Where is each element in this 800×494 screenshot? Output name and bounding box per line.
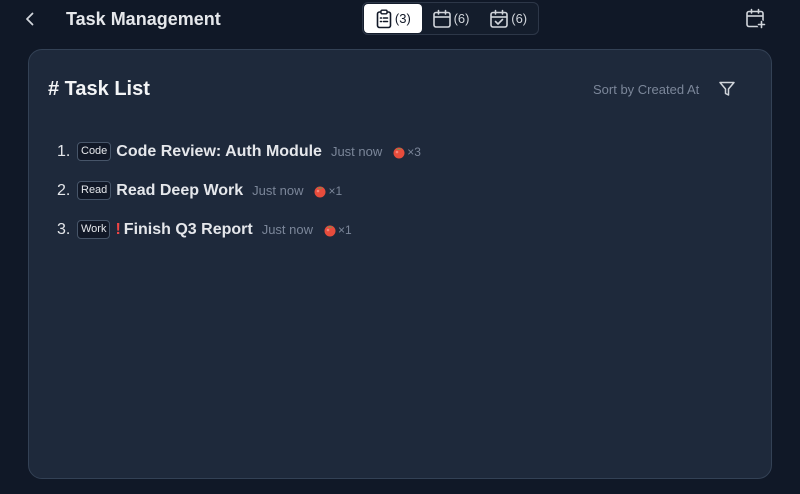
task-time: Just now — [330, 144, 383, 159]
pomodoro-count-label: ×1 — [328, 183, 343, 198]
task-tag: Work — [77, 220, 111, 239]
task-list: 1. Code Code Review: Auth Module Just no… — [57, 132, 421, 249]
task-list-panel: # Task List Sort by Created At 1. Code C… — [28, 49, 772, 479]
task-tag: Code — [77, 142, 112, 161]
task-number: 1. — [57, 142, 71, 160]
task-title[interactable]: Read Deep Work — [116, 182, 243, 200]
task-number: 3. — [57, 220, 71, 238]
tab-completed[interactable]: (6) — [479, 4, 537, 33]
tab-completed-count: (6) — [511, 11, 528, 26]
task-title[interactable]: Code Review: Auth Module — [116, 143, 322, 161]
pomodoro-count: ×3 — [392, 145, 421, 159]
task-item[interactable]: 3. Work ! Finish Q3 Report Just now ×1 — [57, 210, 421, 249]
task-item[interactable]: 2. Read Read Deep Work Just now ×1 — [57, 171, 421, 210]
pomodoro-count: ×1 — [323, 223, 352, 237]
task-time: Just now — [252, 183, 304, 198]
task-time: Just now — [261, 222, 314, 237]
chevron-left-icon — [26, 12, 34, 26]
sort-dropdown[interactable]: Sort by Created At — [593, 82, 699, 97]
pomodoro-count-label: ×3 — [407, 144, 421, 159]
add-calendar-button[interactable] — [745, 8, 769, 32]
tab-calendar-count: (6) — [453, 11, 470, 26]
task-tag: Read — [77, 181, 112, 200]
header: Task Management (3) (6) (6) — [0, 0, 800, 40]
task-title[interactable]: Finish Q3 Report — [124, 221, 253, 239]
back-button[interactable] — [18, 6, 42, 32]
calendar-check-icon — [490, 9, 509, 28]
tab-tasks[interactable]: (3) — [364, 4, 422, 33]
view-tabs: (3) (6) (6) — [362, 2, 539, 35]
tab-tasks-count: (3) — [394, 11, 411, 26]
tomato-icon — [393, 147, 405, 158]
pomodoro-count-label: ×1 — [338, 222, 352, 237]
calendar-icon — [432, 9, 451, 28]
filter-button[interactable] — [718, 80, 736, 98]
page-title: Task Management — [66, 9, 221, 29]
tab-calendar[interactable]: (6) — [422, 4, 480, 33]
app-window: Task Management (3) (6) (6) # Task List … — [0, 0, 800, 494]
pomodoro-count: ×1 — [313, 184, 342, 198]
panel-title: # Task List — [48, 78, 150, 100]
clipboard-list-icon — [376, 9, 392, 28]
tomato-icon — [314, 186, 326, 197]
filter-icon — [719, 81, 735, 96]
calendar-plus-icon — [746, 8, 766, 29]
task-number: 2. — [57, 181, 71, 199]
task-item[interactable]: 1. Code Code Review: Auth Module Just no… — [57, 132, 421, 171]
urgent-marker: ! — [115, 220, 121, 238]
tomato-icon — [324, 225, 336, 236]
